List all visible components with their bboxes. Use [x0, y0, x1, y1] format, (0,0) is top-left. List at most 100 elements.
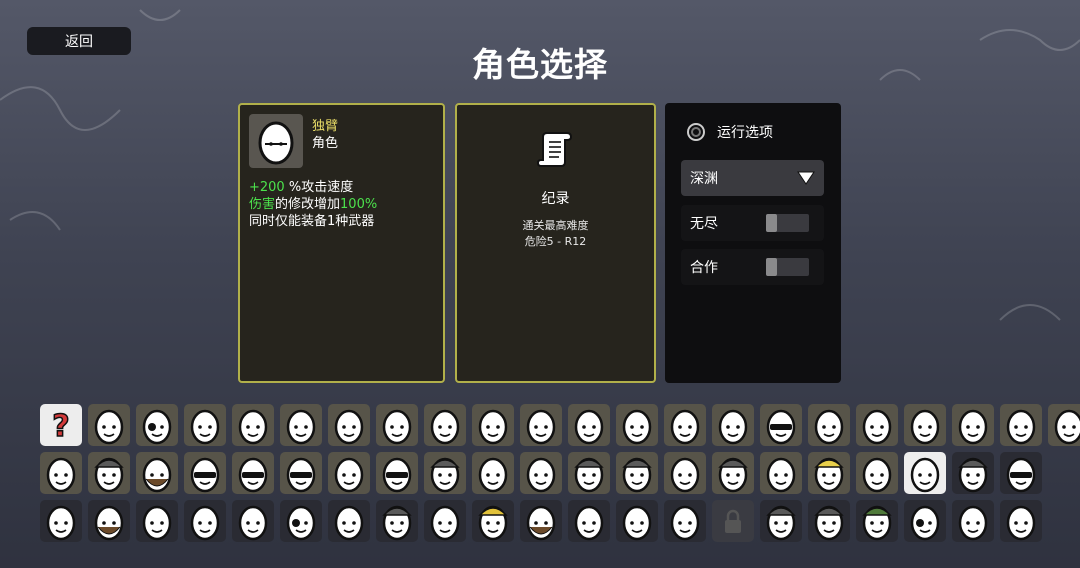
character-face-icon [382, 409, 412, 445]
endless-toggle[interactable] [766, 214, 809, 232]
character-face-icon [862, 457, 892, 493]
toggle-knob [766, 258, 777, 276]
random-character-button[interactable]: ? [40, 404, 82, 446]
character-slot-shout[interactable] [616, 404, 658, 446]
character-slot-crow[interactable] [664, 452, 706, 494]
character-slot-goggles[interactable] [376, 452, 418, 494]
character-face-icon [1006, 505, 1036, 541]
record-panel: 纪录 通关最高难度 危险5 - R12 [455, 103, 656, 383]
character-slot-bunny[interactable] [952, 404, 994, 446]
svg-text:?: ? [52, 409, 69, 444]
character-face-icon [814, 505, 844, 541]
character-slot-robot[interactable] [328, 404, 370, 446]
coop-toggle[interactable] [766, 258, 809, 276]
character-slot-smile[interactable] [952, 500, 994, 542]
character-face-icon [190, 457, 220, 493]
character-slot-tired[interactable] [472, 404, 514, 446]
character-slot-green-cap[interactable] [856, 500, 898, 542]
character-face-icon [1006, 457, 1036, 493]
character-slot-smile[interactable] [40, 500, 82, 542]
character-slot-vampire[interactable] [472, 452, 514, 494]
character-face-icon [958, 505, 988, 541]
character-slot-pout[interactable] [712, 404, 754, 446]
character-slot-monocle[interactable] [280, 404, 322, 446]
character-face-icon [334, 409, 364, 445]
character-face-icon [334, 505, 364, 541]
character-face-icon [526, 409, 556, 445]
character-slot-sunglasses[interactable] [280, 452, 322, 494]
character-face-icon [286, 409, 316, 445]
character-type: 角色 [312, 136, 339, 151]
portal-icon [687, 123, 705, 141]
character-slot-glasses[interactable] [760, 404, 802, 446]
character-slot-cracked[interactable] [760, 452, 802, 494]
character-face-icon [766, 457, 796, 493]
character-slot-stubble[interactable] [520, 500, 562, 542]
character-slot-smile[interactable] [88, 404, 130, 446]
character-face-icon [142, 505, 172, 541]
character-slot-knight-helm[interactable] [808, 500, 850, 542]
character-face-icon [190, 505, 220, 541]
character-slot-grin[interactable] [232, 404, 274, 446]
character-slot-smile[interactable] [184, 404, 226, 446]
character-slot-miner[interactable] [472, 500, 514, 542]
character-slot-bird[interactable] [184, 500, 226, 542]
character-slot-smirk[interactable] [1000, 500, 1042, 542]
character-slot-smile[interactable] [376, 404, 418, 446]
character-slot-bandit[interactable] [520, 404, 562, 446]
character-slot-panda[interactable] [328, 452, 370, 494]
character-slot-wink[interactable] [1000, 404, 1042, 446]
character-slot-sleepy[interactable] [136, 500, 178, 542]
character-slot-sunglasses[interactable] [184, 452, 226, 494]
character-slot-one-armed[interactable] [904, 452, 946, 494]
character-slot-hat[interactable] [712, 452, 754, 494]
character-slot-eyepatch[interactable] [280, 500, 322, 542]
character-face-icon [718, 409, 748, 445]
character-slot-smile[interactable] [856, 404, 898, 446]
character-portrait [249, 114, 303, 168]
character-slot-helmet[interactable] [88, 452, 130, 494]
character-slot-scar[interactable] [904, 404, 946, 446]
character-slot-eyepatch[interactable] [136, 404, 178, 446]
character-slot-smile[interactable] [616, 500, 658, 542]
character-slot-scarf[interactable] [232, 500, 274, 542]
difficulty-selected: 深渊 [690, 171, 718, 187]
character-face-icon [142, 457, 172, 493]
character-face-icon [910, 409, 940, 445]
character-slot-smile[interactable] [40, 452, 82, 494]
character-slot-tongue[interactable] [1048, 404, 1080, 446]
character-face-icon [862, 409, 892, 445]
character-face-icon [526, 505, 556, 541]
difficulty-dropdown[interactable]: 深渊 [681, 160, 824, 196]
character-slot-beard[interactable] [136, 452, 178, 494]
character-slot-cap[interactable] [952, 452, 994, 494]
character-slot-blush[interactable] [520, 452, 562, 494]
character-slot-visor[interactable] [1000, 452, 1042, 494]
character-slot-lipstick[interactable] [328, 500, 370, 542]
character-slot-smile[interactable] [664, 404, 706, 446]
character-face-icon [478, 505, 508, 541]
character-slot-gas-mask[interactable] [568, 500, 610, 542]
endless-option: 无尽 [681, 205, 824, 241]
character-face-icon [1054, 409, 1080, 445]
character-slot-wizard[interactable] [568, 452, 610, 494]
character-face-icon [190, 409, 220, 445]
character-slot-bald[interactable] [424, 500, 466, 542]
character-slot-mischief[interactable] [568, 404, 610, 446]
character-face-icon [382, 505, 412, 541]
scroll-icon [537, 132, 573, 167]
character-slot-mustache[interactable] [88, 500, 130, 542]
character-slot-pirate[interactable] [904, 500, 946, 542]
character-face-icon [958, 457, 988, 493]
character-slot-ninja[interactable] [232, 452, 274, 494]
character-slot-huge-eye[interactable] [808, 404, 850, 446]
character-slot-gangster[interactable] [760, 500, 802, 542]
character-slot-old-man[interactable] [664, 500, 706, 542]
character-slot-king[interactable] [808, 452, 850, 494]
character-slot-knight[interactable] [424, 452, 466, 494]
character-slot-rounded-hat[interactable] [376, 500, 418, 542]
character-slot-zombie[interactable] [856, 452, 898, 494]
character-slot-cowboy[interactable] [616, 452, 658, 494]
character-face-icon [430, 505, 460, 541]
character-slot-angry[interactable] [424, 404, 466, 446]
